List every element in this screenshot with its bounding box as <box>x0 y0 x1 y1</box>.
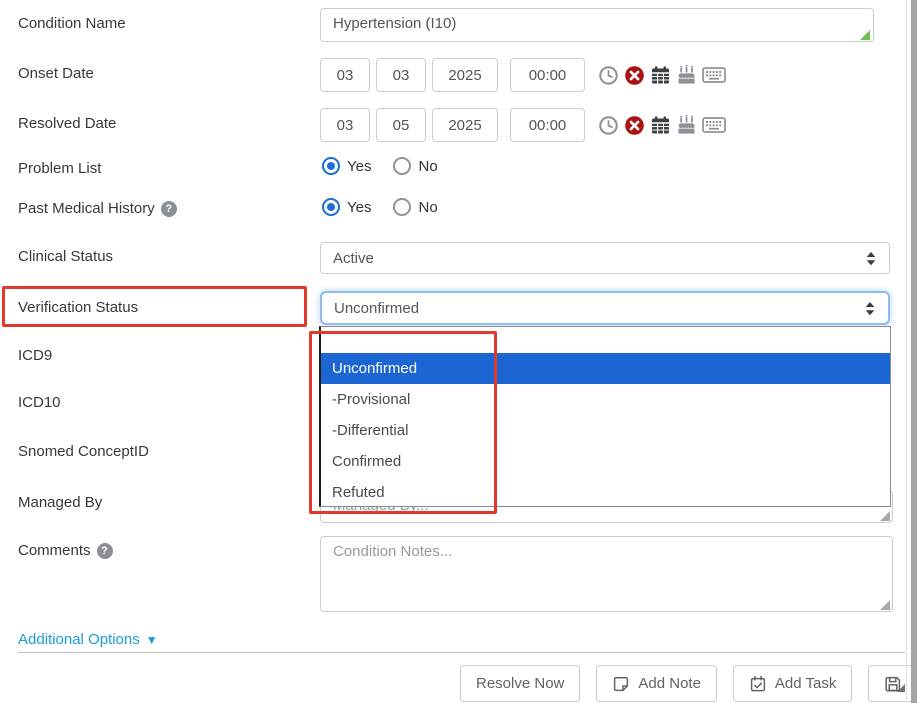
onset-time-input[interactable] <box>510 58 585 92</box>
clinical-status-label: Clinical Status <box>18 248 113 265</box>
scrollbar-thumb[interactable] <box>911 0 917 703</box>
clock-icon[interactable] <box>598 115 619 136</box>
question-circle-icon[interactable]: ? <box>97 543 113 559</box>
additional-options-link[interactable]: Additional Options ▼ <box>18 631 158 648</box>
dropdown-option-confirmed[interactable]: Confirmed <box>321 446 890 477</box>
task-calendar-icon <box>749 675 767 693</box>
remove-circle-icon[interactable] <box>624 115 645 136</box>
onset-date-icons <box>598 65 726 86</box>
problem-list-no-radio[interactable] <box>393 157 411 175</box>
onset-date-row <box>320 58 726 92</box>
question-circle-icon[interactable]: ? <box>161 201 177 217</box>
onset-date-label: Onset Date <box>18 65 94 82</box>
problem-list-radio-group: Yes No <box>322 157 438 175</box>
save-button[interactable]: Save <box>868 665 917 702</box>
condition-name-label: Condition Name <box>18 15 126 32</box>
managed-by-label: Managed By <box>18 494 102 511</box>
pmh-no-label: No <box>418 199 437 216</box>
resolved-month-input[interactable] <box>320 108 370 142</box>
dropdown-option-provisional[interactable]: -Provisional <box>321 384 890 415</box>
problem-list-yes-radio[interactable] <box>322 157 340 175</box>
onset-month-input[interactable] <box>320 58 370 92</box>
resolved-day-input[interactable] <box>376 108 426 142</box>
chevron-down-icon: ▼ <box>146 633 158 647</box>
resolve-now-button[interactable]: Resolve Now <box>460 665 580 702</box>
remove-circle-icon[interactable] <box>624 65 645 86</box>
problem-list-yes-label: Yes <box>347 158 371 175</box>
icd10-label: ICD10 <box>18 394 61 411</box>
resolved-year-input[interactable] <box>432 108 498 142</box>
birthday-cake-icon[interactable] <box>676 115 697 136</box>
calendar-icon[interactable] <box>650 65 671 86</box>
pmh-yes-radio[interactable] <box>322 198 340 216</box>
keyboard-icon[interactable] <box>702 66 726 84</box>
add-task-button[interactable]: Add Task <box>733 665 852 702</box>
snomed-conceptid-label: Snomed ConceptID <box>18 443 149 460</box>
problem-list-no-label: No <box>418 158 437 175</box>
calendar-icon[interactable] <box>650 115 671 136</box>
resolved-date-icons <box>598 115 726 136</box>
clock-icon[interactable] <box>598 65 619 86</box>
dropdown-option-differential[interactable]: -Differential <box>321 415 890 446</box>
resolved-time-input[interactable] <box>510 108 585 142</box>
verification-status-select[interactable]: Unconfirmed <box>320 291 890 325</box>
resize-corner-icon <box>897 684 905 692</box>
onset-year-input[interactable] <box>432 58 498 92</box>
clinical-status-select[interactable]: Active <box>320 242 890 274</box>
dropdown-option-refuted[interactable]: Refuted <box>321 477 890 508</box>
pmh-no-radio[interactable] <box>393 198 411 216</box>
condition-name-input[interactable]: Hypertension (I10) <box>320 8 874 42</box>
verification-status-dropdown: Unconfirmed -Provisional -Differential C… <box>319 326 891 507</box>
scrollbar-track-line <box>906 0 907 703</box>
note-icon <box>612 675 630 693</box>
comments-label: Comments ? <box>18 542 113 559</box>
resolved-date-row <box>320 108 726 142</box>
past-medical-history-label: Past Medical History ? <box>18 200 177 217</box>
footer-button-row: Resolve Now Add Note Add Task Save <box>460 665 917 702</box>
condition-form: Condition Name Hypertension (I10) Onset … <box>0 0 917 703</box>
birthday-cake-icon[interactable] <box>676 65 697 86</box>
resolved-date-label: Resolved Date <box>18 115 116 132</box>
pmh-yes-label: Yes <box>347 199 371 216</box>
divider <box>18 652 905 653</box>
dropdown-option-unconfirmed[interactable]: Unconfirmed <box>321 353 890 384</box>
problem-list-label: Problem List <box>18 160 101 177</box>
comments-input[interactable] <box>320 536 893 612</box>
onset-day-input[interactable] <box>376 58 426 92</box>
add-note-button[interactable]: Add Note <box>596 665 717 702</box>
select-arrows-icon <box>865 250 877 267</box>
dropdown-option-blank[interactable] <box>321 327 890 353</box>
select-arrows-icon <box>864 300 876 317</box>
icd9-label: ICD9 <box>18 347 52 364</box>
keyboard-icon[interactable] <box>702 116 726 134</box>
verification-status-label: Verification Status <box>18 299 138 316</box>
past-medical-history-radio-group: Yes No <box>322 198 438 216</box>
